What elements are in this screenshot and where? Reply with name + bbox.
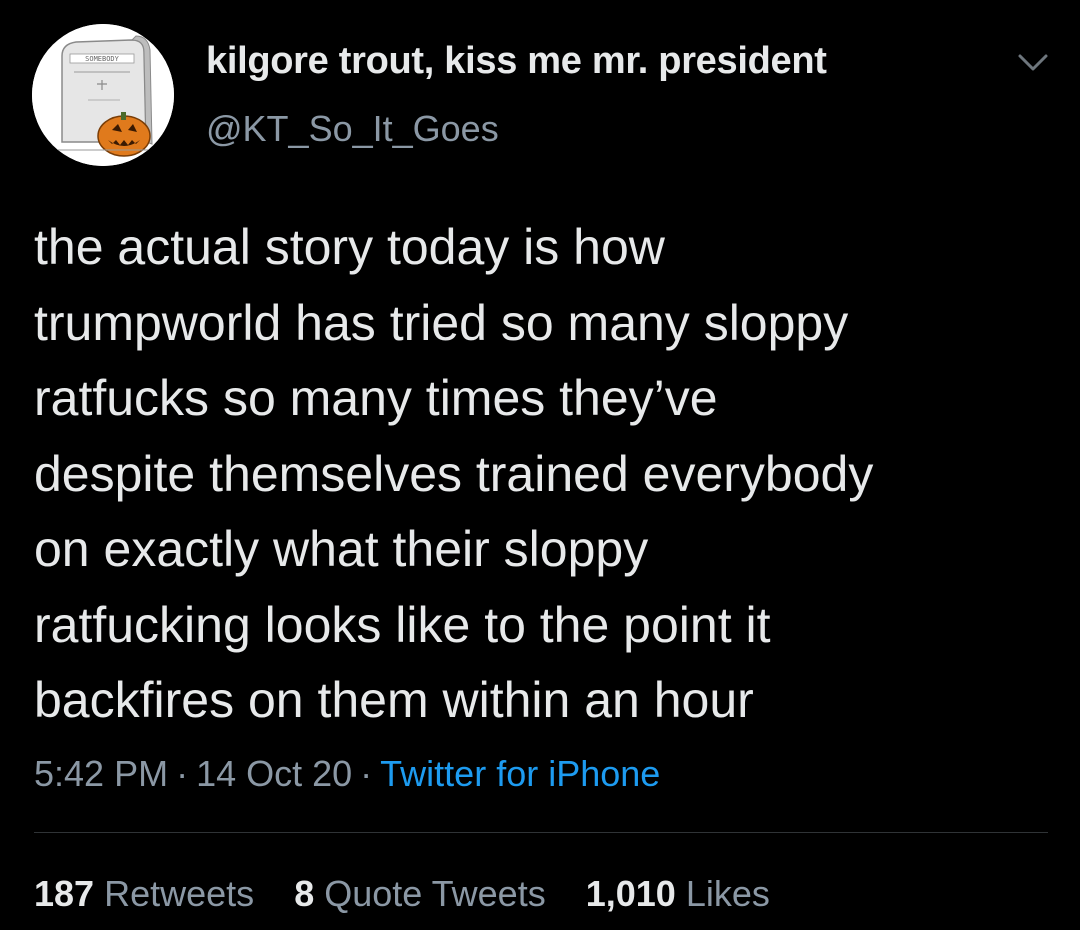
tweet-text: the actual story today is how trumpworld…: [34, 219, 874, 728]
likes-count: 1,010: [585, 873, 676, 914]
user-handle[interactable]: @KT_So_It_Goes: [206, 108, 499, 150]
divider: [34, 832, 1048, 833]
quote-tweets-stat[interactable]: 8 Quote Tweets: [294, 873, 546, 914]
tombstone-pumpkin-avatar-icon: SOMEBODY: [32, 24, 174, 166]
tweet-date[interactable]: 14 Oct 20: [196, 753, 352, 794]
retweets-label: Retweets: [104, 873, 255, 914]
tweet-stats: 187 Retweets 8 Quote Tweets 1,010 Likes: [34, 873, 800, 915]
separator: ·: [176, 753, 189, 794]
likes-label: Likes: [685, 873, 770, 914]
separator: ·: [360, 753, 373, 794]
quote-tweets-count: 8: [294, 873, 315, 914]
svg-text:SOMEBODY: SOMEBODY: [85, 55, 120, 63]
chevron-down-icon[interactable]: [1016, 50, 1050, 76]
display-name[interactable]: kilgore trout, kiss me mr. president: [206, 40, 827, 83]
quote-tweets-label: Quote Tweets: [324, 873, 546, 914]
tweet-time[interactable]: 5:42 PM: [34, 753, 168, 794]
tweet-metadata: 5:42 PM · 14 Oct 20 · Twitter for iPhone: [34, 753, 660, 795]
retweets-count: 187: [34, 873, 95, 914]
tweet-source-link[interactable]: Twitter for iPhone: [380, 753, 660, 794]
likes-stat[interactable]: 1,010 Likes: [586, 873, 770, 914]
avatar[interactable]: SOMEBODY: [32, 24, 174, 166]
retweets-stat[interactable]: 187 Retweets: [34, 873, 254, 914]
tweet: SOMEBODY kilgore trout, kiss me mr. pres…: [0, 0, 1080, 930]
